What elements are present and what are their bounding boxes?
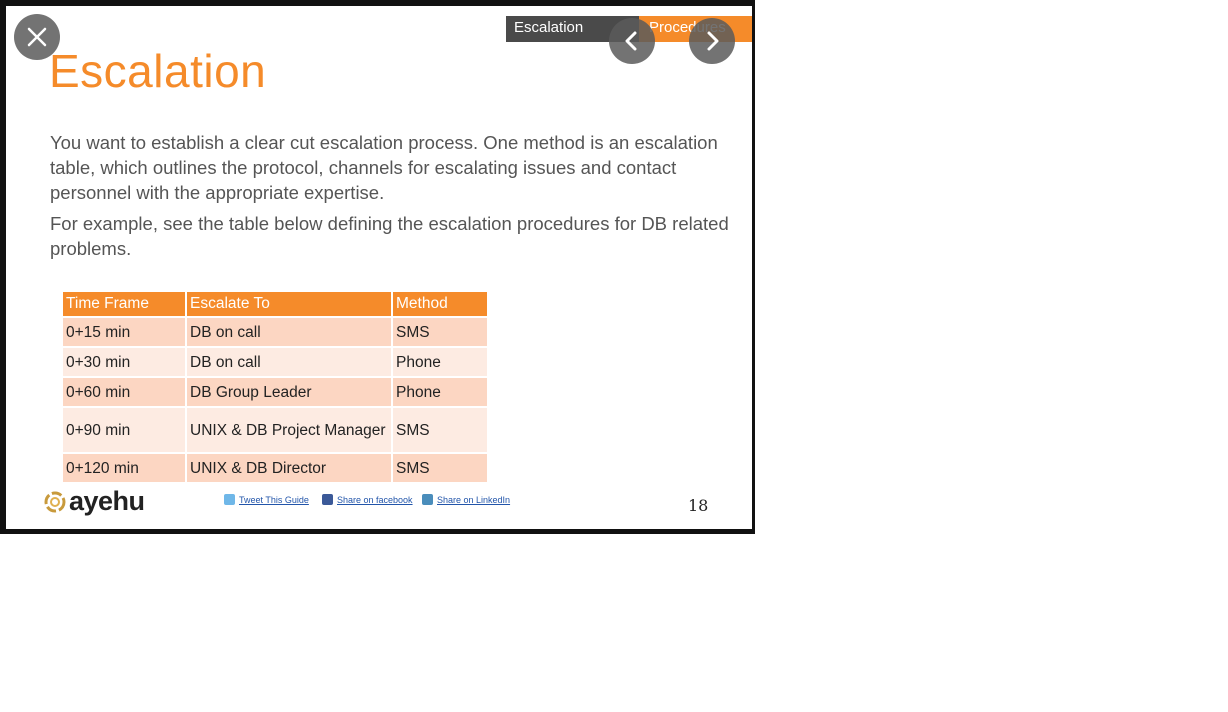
share-on-linkedin-link[interactable]: Share on LinkedIn [422,494,510,505]
escalation-table: Time Frame Escalate To Method 0+15 min D… [61,290,489,484]
body-paragraph: You want to establish a clear cut escala… [50,132,718,203]
close-button[interactable] [14,14,60,60]
table-cell-escalate-to: UNIX & DB Project Manager [187,408,391,452]
previous-button[interactable] [609,18,655,64]
slide-title: Escalation [49,45,267,97]
table-cell-method: SMS [393,408,487,452]
table-cell-time-frame: 0+90 min [63,408,185,452]
column-header-time-frame: Time Frame [63,292,185,316]
next-button[interactable] [689,18,735,64]
table-cell-escalate-to: DB Group Leader [187,378,391,406]
facebook-icon [322,494,333,505]
table-row: 0+15 min DB on call SMS [63,318,487,346]
table-cell-method: Phone [393,348,487,376]
table-row: 0+90 min UNIX & DB Project Manager SMS [63,408,487,452]
column-header-escalate-to: Escalate To [187,292,391,316]
logo-text: ayehu [69,486,145,516]
slide-body: You want to establish a clear cut escala… [50,130,730,267]
table-cell-time-frame: 0+120 min [63,454,185,482]
logo-mark-icon [44,491,66,513]
table-cell-method: SMS [393,318,487,346]
twitter-icon [224,494,235,505]
table-row: 0+30 min DB on call Phone [63,348,487,376]
table-cell-method: Phone [393,378,487,406]
table-cell-escalate-to: UNIX & DB Director [187,454,391,482]
table-cell-escalate-to: DB on call [187,348,391,376]
table-header-row: Time Frame Escalate To Method [63,292,487,316]
table-cell-escalate-to: DB on call [187,318,391,346]
share-linkedin-label: Share on LinkedIn [437,494,511,505]
table-cell-time-frame: 0+60 min [63,378,185,406]
share-on-facebook-link[interactable]: Share on facebook [322,494,413,505]
column-header-method: Method [393,292,487,316]
table-cell-time-frame: 0+15 min [63,318,185,346]
image-viewer: Escalation Procedures Escalation You wan… [0,0,755,534]
page-number: 18 [688,496,709,515]
table-cell-time-frame: 0+30 min [63,348,185,376]
body-paragraph: For example, see the table below definin… [50,213,729,259]
share-facebook-label: Share on facebook [337,494,413,505]
tweet-this-guide-link[interactable]: Tweet This Guide [224,494,309,505]
ayehu-logo: ayehu [44,486,145,517]
linkedin-icon [422,494,433,505]
share-twitter-label: Tweet This Guide [239,494,309,505]
slide: Escalation Procedures Escalation You wan… [6,6,752,529]
table-row: 0+120 min UNIX & DB Director SMS [63,454,487,482]
table-row: 0+60 min DB Group Leader Phone [63,378,487,406]
slide-footer: ayehu Tweet This Guide Share on facebook… [6,484,752,524]
table-cell-method: SMS [393,454,487,482]
